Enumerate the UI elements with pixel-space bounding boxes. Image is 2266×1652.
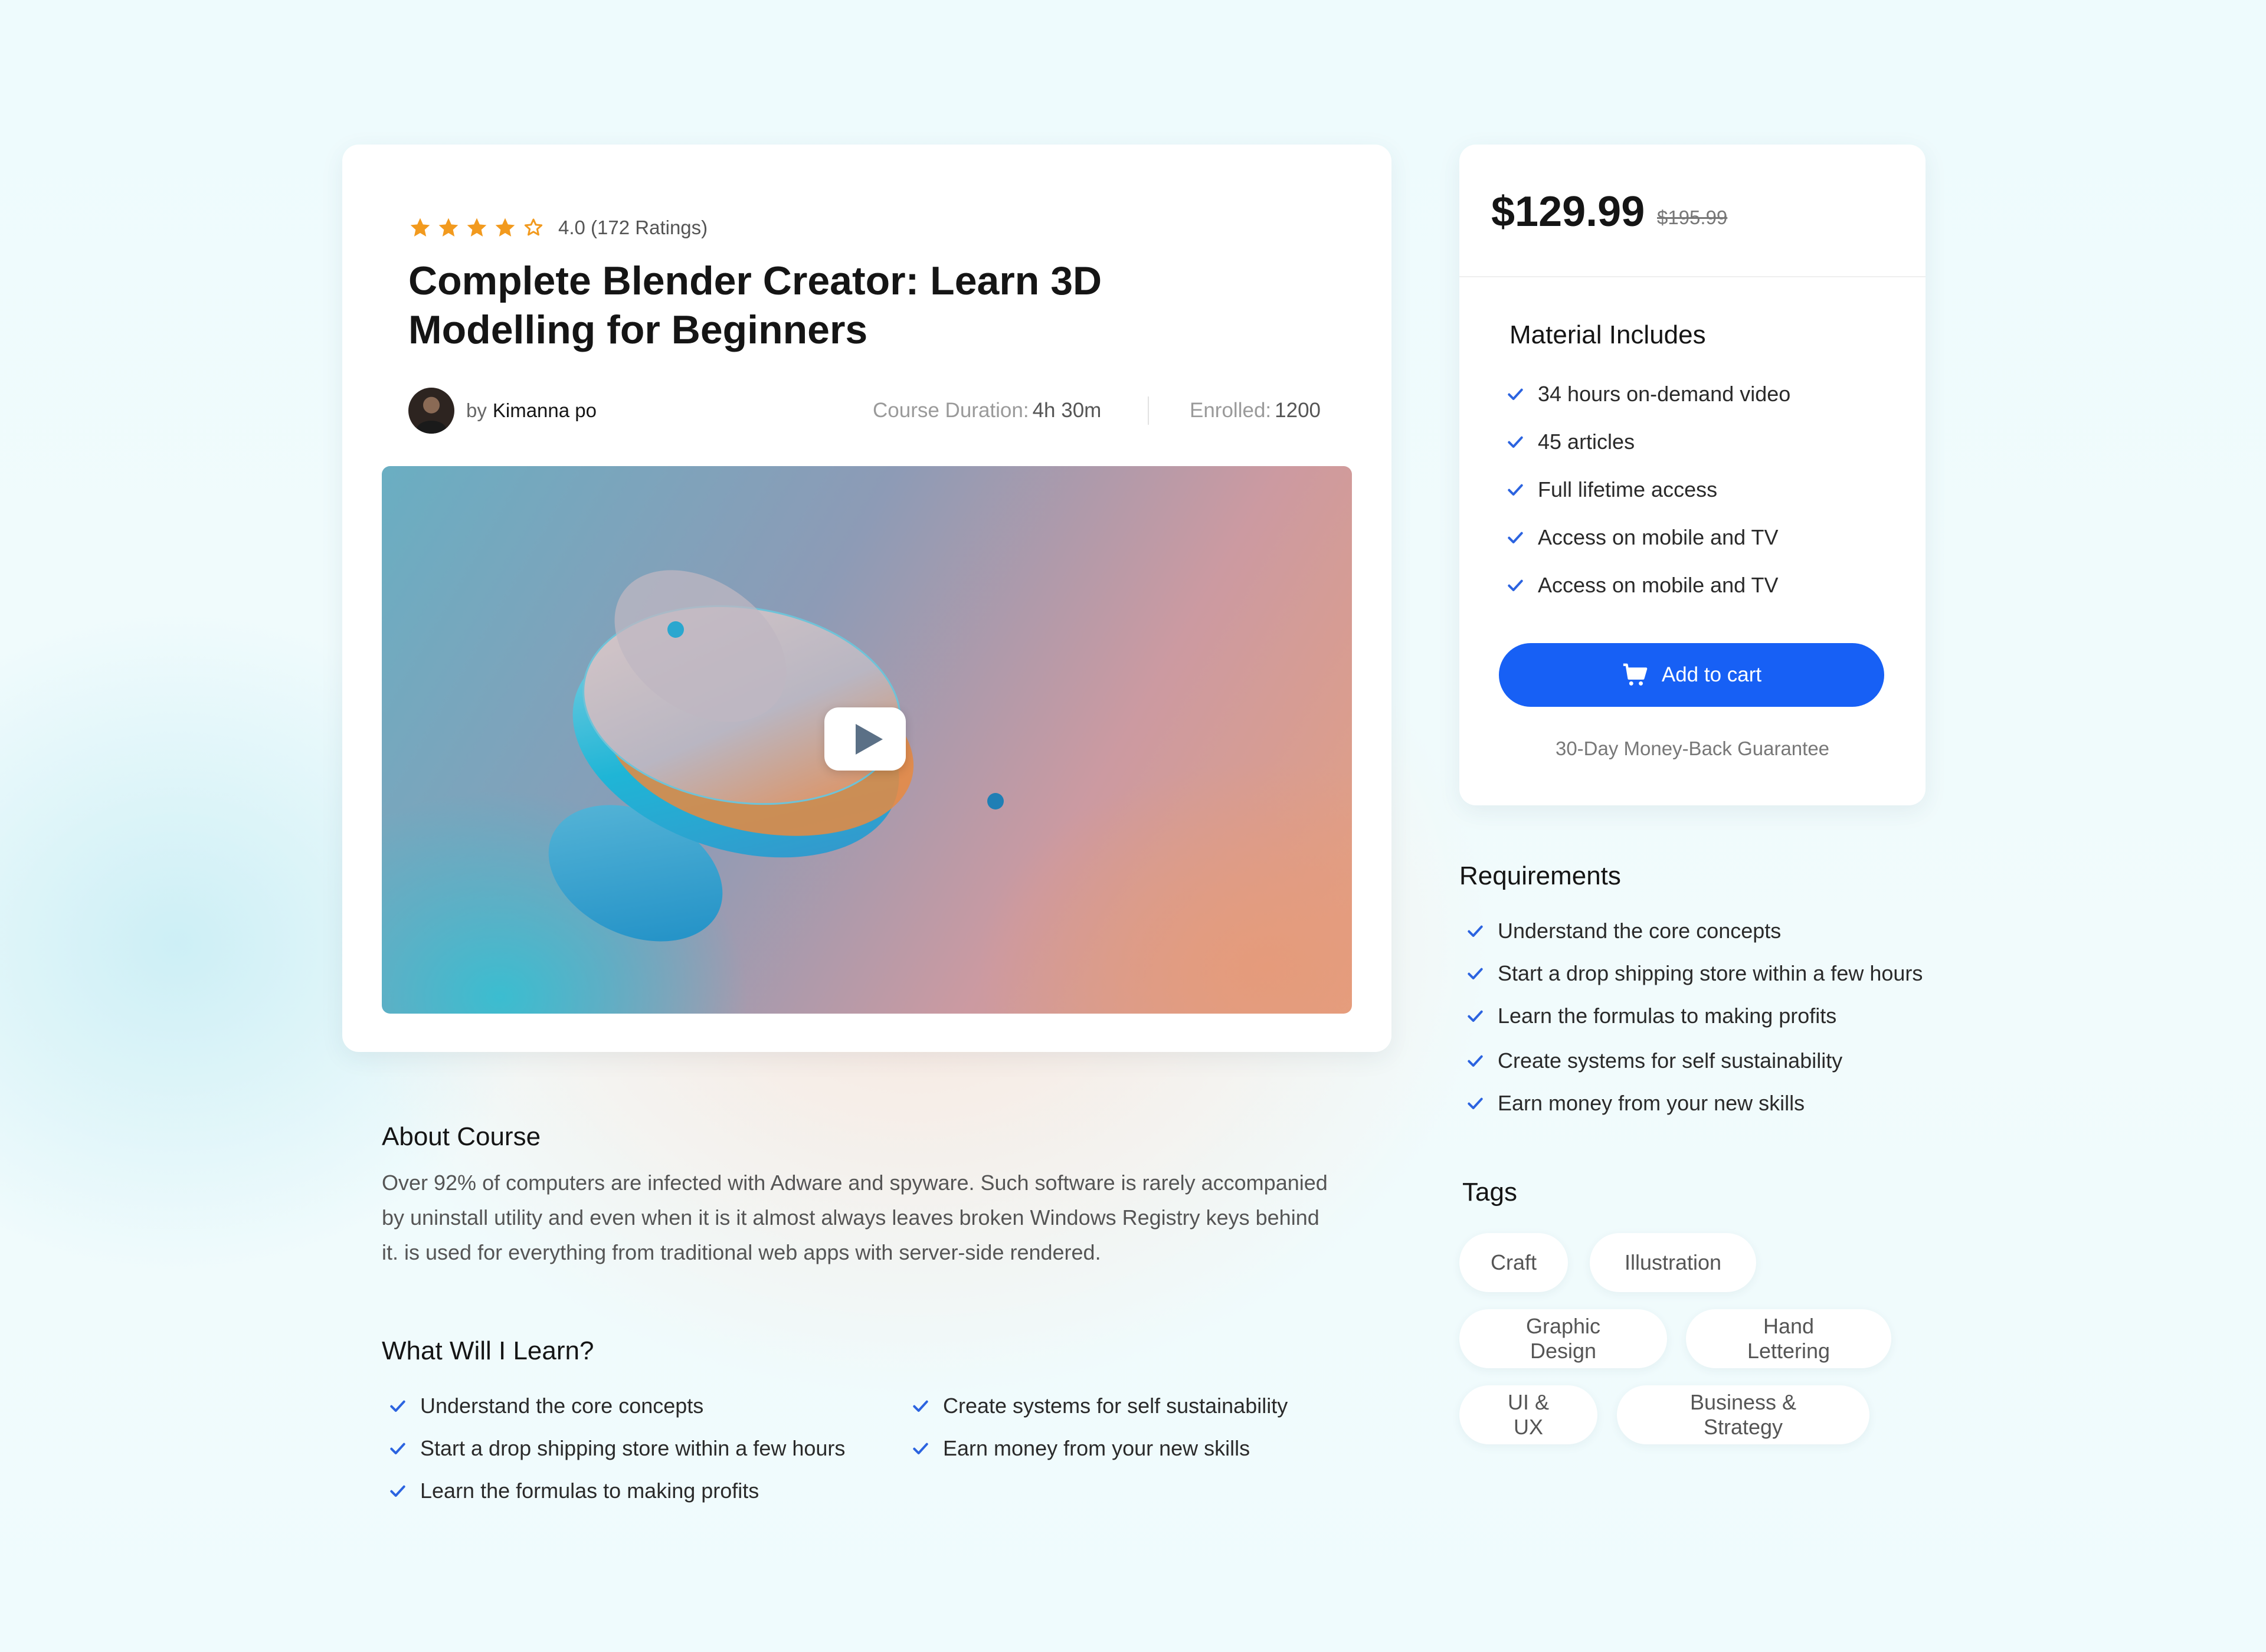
requirement-item: Earn money from your new skills	[1466, 1090, 1805, 1116]
check-icon	[388, 1439, 407, 1458]
learn-item-label: Learn the formulas to making profits	[420, 1479, 759, 1503]
course-author[interactable]: by Kimanna po	[408, 388, 597, 434]
includes-item: 34 hours on-demand video	[1506, 381, 1790, 407]
includes-item: Access on mobile and TV	[1506, 525, 1779, 550]
tag-hand-lettering[interactable]: Hand Lettering	[1686, 1309, 1891, 1368]
learn-item: Start a drop shipping store within a few…	[388, 1435, 845, 1461]
requirement-item: Understand the core concepts	[1466, 918, 1781, 944]
check-icon	[1506, 480, 1525, 499]
tag-graphic-design[interactable]: Graphic Design	[1459, 1309, 1667, 1368]
learn-item: Create systems for self sustainability	[911, 1393, 1288, 1419]
requirement-item: Learn the formulas to making profits	[1466, 1003, 1836, 1029]
original-price: $195.99	[1657, 206, 1728, 228]
check-icon	[911, 1397, 930, 1415]
author-prefix: by	[466, 399, 487, 421]
includes-item-label: 34 hours on-demand video	[1538, 382, 1791, 406]
learn-item: Earn money from your new skills	[911, 1435, 1250, 1461]
learn-item-label: Understand the core concepts	[420, 1394, 704, 1418]
tag-business-strategy[interactable]: Business & Strategy	[1617, 1385, 1869, 1444]
author-name[interactable]: Kimanna po	[493, 399, 597, 422]
requirement-item: Start a drop shipping store within a few…	[1466, 961, 1923, 986]
enrolled-value: 1200	[1275, 399, 1321, 422]
includes-item-label: Access on mobile and TV	[1538, 573, 1779, 597]
enrolled-label: Enrolled:	[1190, 399, 1272, 422]
rating-text: 4.0 (172 Ratings)	[558, 217, 708, 238]
tag-illustration[interactable]: Illustration	[1590, 1233, 1756, 1292]
money-back-guarantee: 30-Day Money-Back Guarantee	[1555, 738, 1830, 759]
check-icon	[1466, 1094, 1485, 1113]
includes-item: Full lifetime access	[1506, 477, 1717, 503]
learn-item: Learn the formulas to making profits	[388, 1478, 759, 1504]
check-icon	[1466, 1051, 1485, 1070]
learn-item: Understand the core concepts	[388, 1393, 703, 1419]
course-title: Complete Blender Creator: Learn 3D Model…	[408, 258, 1102, 352]
requirement-item-label: Learn the formulas to making profits	[1498, 1004, 1837, 1028]
add-to-cart-label: Add to cart	[1661, 663, 1762, 686]
about-text: Over 92% of computers are infected with …	[382, 1171, 1328, 1264]
check-icon	[1466, 922, 1485, 940]
star-filled-icon	[465, 216, 489, 240]
tag-craft[interactable]: Craft	[1459, 1233, 1568, 1292]
requirement-item-label: Earn money from your new skills	[1498, 1091, 1805, 1115]
includes-item-label: Full lifetime access	[1538, 477, 1718, 502]
current-price: $129.99	[1491, 188, 1645, 235]
requirements-title: Requirements	[1459, 861, 1621, 890]
tags-title: Tags	[1462, 1178, 1517, 1207]
star-filled-icon	[437, 216, 460, 240]
check-icon	[388, 1397, 407, 1415]
play-icon[interactable]	[824, 707, 906, 771]
check-icon	[1506, 576, 1525, 595]
includes-item-label: 45 articles	[1538, 430, 1635, 454]
star-filled-icon	[493, 216, 517, 240]
requirement-item-label: Create systems for self sustainability	[1498, 1048, 1843, 1073]
learn-item-label: Start a drop shipping store within a few…	[420, 1436, 846, 1460]
requirement-item: Create systems for self sustainability	[1466, 1048, 1842, 1074]
star-empty-icon	[522, 216, 545, 240]
check-icon	[1506, 385, 1525, 404]
pricing-divider	[1459, 276, 1926, 277]
includes-item: Access on mobile and TV	[1506, 572, 1779, 598]
check-icon	[388, 1481, 407, 1500]
learn-item-label: Earn money from your new skills	[943, 1436, 1250, 1460]
course-enrolled: Enrolled: 1200	[1190, 388, 1321, 434]
meta-divider	[1148, 396, 1149, 425]
course-duration: Course Duration: 4h 30m	[873, 388, 1101, 434]
includes-title: Material Includes	[1509, 320, 1706, 349]
learn-title: What Will I Learn?	[382, 1336, 594, 1365]
learn-item-label: Create systems for self sustainability	[943, 1394, 1288, 1418]
author-avatar[interactable]	[408, 388, 454, 434]
check-icon	[1506, 432, 1525, 451]
includes-item-label: Access on mobile and TV	[1538, 525, 1779, 549]
check-icon	[1466, 1007, 1485, 1025]
duration-label: Course Duration:	[873, 399, 1029, 422]
cart-icon	[1623, 663, 1648, 686]
star-filled-icon	[408, 216, 432, 240]
check-icon	[1506, 528, 1525, 547]
check-icon	[1466, 964, 1485, 983]
check-icon	[911, 1439, 930, 1458]
about-title: About Course	[382, 1122, 541, 1151]
add-to-cart-button[interactable]: Add to cart	[1499, 643, 1884, 707]
duration-value: 4h 30m	[1032, 399, 1102, 422]
includes-item: 45 articles	[1506, 429, 1635, 455]
requirement-item-label: Start a drop shipping store within a few…	[1498, 961, 1923, 985]
course-rating: 4.0 (172 Ratings)	[408, 214, 708, 242]
requirement-item-label: Understand the core concepts	[1498, 919, 1782, 943]
tag-ui-ux[interactable]: UI & UX	[1459, 1385, 1597, 1444]
